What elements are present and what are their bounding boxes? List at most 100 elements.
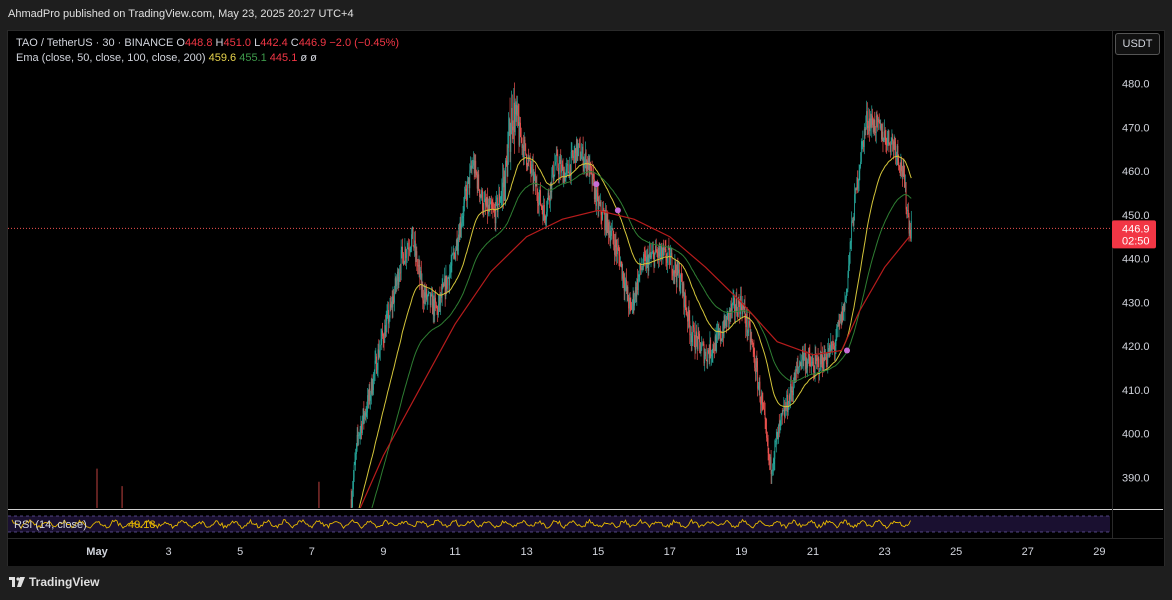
- candle-body: [803, 355, 805, 362]
- candle-body: [355, 454, 357, 461]
- candle-body: [594, 187, 596, 200]
- candle-body: [558, 163, 560, 175]
- candle-body: [614, 244, 615, 255]
- candle-body: [672, 273, 674, 276]
- candle-body: [673, 270, 675, 274]
- x-tick-label: 21: [807, 546, 819, 558]
- currency-button[interactable]: USDT: [1115, 33, 1160, 55]
- candle-body: [493, 210, 495, 212]
- candle-body: [822, 355, 823, 368]
- candle-body: [573, 153, 575, 158]
- candle-body: [373, 373, 374, 390]
- candle-body: [603, 212, 605, 214]
- candle-body: [467, 181, 468, 200]
- candle-body: [631, 303, 633, 310]
- candle-body: [827, 353, 829, 364]
- candle-body: [584, 158, 586, 164]
- candle-body: [479, 194, 481, 197]
- candle-body: [376, 369, 378, 374]
- x-tick-label: 13: [520, 546, 532, 558]
- candle-body: [508, 119, 510, 133]
- candle-body: [465, 188, 467, 192]
- candle-body: [876, 115, 878, 117]
- candle-body: [816, 358, 818, 361]
- candle-body: [809, 355, 811, 364]
- candle-body: [476, 171, 477, 176]
- candle-body: [756, 361, 758, 368]
- y-tick-label: 470.0: [1122, 122, 1150, 134]
- candle-body: [490, 201, 492, 208]
- candle-body: [631, 305, 633, 310]
- candle-body: [550, 182, 552, 193]
- candle-body: [753, 348, 755, 354]
- symbol-name: TAO / TetherUS · 30 · BINANCE: [16, 37, 174, 49]
- price-chart[interactable]: 390.0 400.0 410.0 420.0 430.0 440.0 450.0 460.0…: [0, 0, 1172, 600]
- candle-body: [490, 201, 492, 205]
- candle-body: [646, 256, 647, 269]
- candle-body: [890, 144, 891, 153]
- candle-body: [571, 150, 573, 153]
- candle-body: [359, 429, 361, 435]
- candle-body: [371, 379, 373, 394]
- candle-body: [880, 123, 882, 129]
- candle-body: [798, 366, 800, 368]
- candle-body: [397, 271, 398, 281]
- candle-body: [607, 213, 609, 223]
- candle-body: [877, 116, 879, 123]
- candle-body: [360, 424, 362, 430]
- candle-body: [384, 325, 386, 343]
- candle-body: [892, 138, 894, 142]
- candle-body: [616, 247, 618, 255]
- rsi-value: 40.18: [128, 519, 156, 531]
- candle-body: [496, 197, 498, 200]
- candle-body: [737, 299, 739, 317]
- candle-body: [509, 119, 511, 152]
- candle-body: [775, 441, 776, 442]
- candle-body: [716, 331, 718, 333]
- candle-body: [748, 321, 750, 332]
- candle-body: [560, 160, 562, 173]
- candle-body: [666, 260, 668, 263]
- candle-body: [489, 204, 491, 210]
- x-tick-label: 5: [237, 546, 243, 558]
- candle-body: [681, 273, 682, 282]
- candle-body: [643, 254, 644, 268]
- candle-body: [687, 314, 688, 322]
- candle-body: [485, 198, 486, 205]
- candle-body: [901, 159, 903, 172]
- candle-body: [887, 137, 888, 146]
- candle-body: [499, 193, 501, 203]
- candle-body: [474, 160, 476, 174]
- candle-body: [656, 252, 658, 254]
- candle-body: [875, 115, 877, 134]
- candle-body: [486, 197, 488, 207]
- candle-body: [649, 252, 650, 258]
- candle-body: [853, 220, 855, 226]
- candle-body: [862, 140, 864, 142]
- candle-body: [784, 407, 785, 417]
- candle-body: [902, 165, 904, 177]
- x-tick-label: 9: [380, 546, 386, 558]
- candle-body: [617, 247, 619, 250]
- candle-body: [726, 312, 728, 328]
- candle-body: [429, 292, 430, 293]
- candle-body: [435, 302, 437, 308]
- x-tick-label: 25: [950, 546, 962, 558]
- candle-body: [729, 309, 731, 314]
- price-badge-value: 446.9: [1122, 223, 1150, 235]
- candle-body: [705, 351, 706, 357]
- ema200-value: 445.1: [269, 52, 298, 64]
- candle-body: [459, 221, 461, 240]
- candle-body: [405, 254, 407, 259]
- candle-body: [439, 295, 441, 305]
- candle-body: [675, 262, 677, 273]
- candle-body: [868, 118, 870, 129]
- candle-body: [695, 331, 697, 350]
- x-tick-label: 29: [1093, 546, 1105, 558]
- candle-body: [419, 265, 421, 280]
- candle-body: [405, 248, 407, 259]
- candle-body: [414, 240, 416, 256]
- candle-body: [482, 209, 484, 212]
- candle-body: [544, 215, 546, 221]
- candle-body: [408, 247, 410, 250]
